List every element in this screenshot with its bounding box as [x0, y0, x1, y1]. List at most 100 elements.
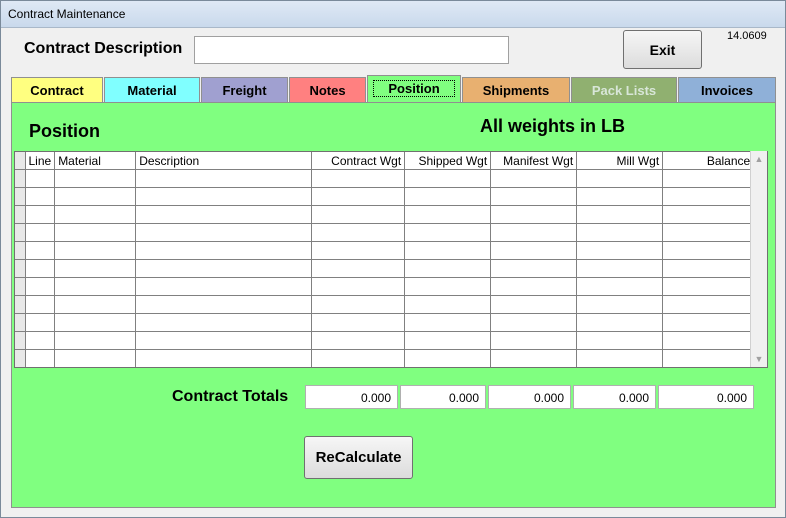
grid-cell[interactable]	[576, 331, 664, 350]
col-header-description[interactable]: Description	[135, 152, 313, 170]
grid-cell[interactable]	[404, 187, 492, 206]
grid-cell[interactable]	[25, 277, 56, 296]
grid-vertical-scrollbar[interactable]: ▲ ▼	[750, 151, 767, 367]
tab-contract[interactable]: Contract	[11, 77, 103, 102]
grid-cell[interactable]	[490, 331, 578, 350]
row-selector[interactable]	[15, 277, 26, 296]
grid-cell[interactable]	[135, 205, 313, 224]
position-grid[interactable]: Line Material Description Contract Wgt S…	[14, 151, 768, 368]
grid-cell[interactable]	[576, 295, 664, 314]
grid-cell[interactable]	[490, 277, 578, 296]
grid-cell[interactable]	[662, 349, 755, 367]
grid-cell[interactable]	[54, 223, 137, 242]
scroll-down-arrow-icon[interactable]: ▼	[751, 351, 767, 367]
grid-cell[interactable]	[662, 241, 755, 260]
grid-cell[interactable]	[576, 277, 664, 296]
col-header-material[interactable]: Material	[54, 152, 137, 170]
grid-cell[interactable]	[576, 223, 664, 242]
table-row[interactable]	[15, 331, 755, 350]
table-row[interactable]	[15, 187, 755, 206]
grid-cell[interactable]	[135, 169, 313, 188]
grid-cell[interactable]	[404, 259, 492, 278]
grid-cell[interactable]	[54, 277, 137, 296]
grid-cell[interactable]	[404, 223, 492, 242]
grid-cell[interactable]	[135, 295, 313, 314]
grid-cell[interactable]	[54, 331, 137, 350]
grid-cell[interactable]	[404, 331, 492, 350]
grid-cell[interactable]	[662, 187, 755, 206]
grid-cell[interactable]	[54, 205, 137, 224]
tab-position[interactable]: Position	[367, 75, 461, 102]
grid-cell[interactable]	[490, 241, 578, 260]
grid-cell[interactable]	[25, 241, 56, 260]
grid-cell[interactable]	[404, 241, 492, 260]
grid-cell[interactable]	[576, 349, 664, 367]
grid-cell[interactable]	[135, 313, 313, 332]
grid-cell[interactable]	[662, 259, 755, 278]
grid-cell[interactable]	[311, 331, 406, 350]
grid-cell[interactable]	[25, 331, 56, 350]
grid-cell[interactable]	[311, 349, 406, 367]
grid-cell[interactable]	[54, 349, 137, 367]
tab-freight[interactable]: Freight	[201, 77, 288, 102]
grid-cell[interactable]	[404, 205, 492, 224]
table-row[interactable]	[15, 169, 755, 188]
table-row[interactable]	[15, 349, 755, 367]
grid-cell[interactable]	[135, 241, 313, 260]
grid-cell[interactable]	[54, 169, 137, 188]
table-row[interactable]	[15, 223, 755, 242]
grid-cell[interactable]	[311, 277, 406, 296]
grid-cell[interactable]	[576, 187, 664, 206]
grid-cell[interactable]	[25, 187, 56, 206]
table-row[interactable]	[15, 259, 755, 278]
grid-cell[interactable]	[404, 349, 492, 367]
grid-cell[interactable]	[404, 169, 492, 188]
table-row[interactable]	[15, 277, 755, 296]
tab-shipments[interactable]: Shipments	[462, 77, 570, 102]
col-header-manifest-wgt[interactable]: Manifest Wgt	[490, 152, 578, 170]
grid-cell[interactable]	[135, 349, 313, 367]
grid-cell[interactable]	[662, 295, 755, 314]
grid-cell[interactable]	[25, 259, 56, 278]
grid-cell[interactable]	[404, 277, 492, 296]
grid-cell[interactable]	[662, 169, 755, 188]
grid-cell[interactable]	[135, 259, 313, 278]
grid-cell[interactable]	[311, 223, 406, 242]
grid-cell[interactable]	[576, 241, 664, 260]
grid-cell[interactable]	[662, 331, 755, 350]
grid-cell[interactable]	[490, 223, 578, 242]
grid-cell[interactable]	[311, 205, 406, 224]
grid-cell[interactable]	[490, 259, 578, 278]
row-selector[interactable]	[15, 187, 26, 206]
tab-material[interactable]: Material	[104, 77, 200, 102]
grid-cell[interactable]	[576, 205, 664, 224]
grid-cell[interactable]	[490, 349, 578, 367]
col-header-line[interactable]: Line	[25, 152, 56, 170]
grid-cell[interactable]	[662, 205, 755, 224]
row-selector[interactable]	[15, 241, 26, 260]
grid-cell[interactable]	[662, 277, 755, 296]
grid-cell[interactable]	[490, 169, 578, 188]
grid-cell[interactable]	[404, 295, 492, 314]
grid-cell[interactable]	[490, 295, 578, 314]
row-selector[interactable]	[15, 169, 26, 188]
grid-cell[interactable]	[25, 205, 56, 224]
col-header-shipped-wgt[interactable]: Shipped Wgt	[404, 152, 492, 170]
table-row[interactable]	[15, 295, 755, 314]
grid-cell[interactable]	[54, 313, 137, 332]
grid-cell[interactable]	[576, 313, 664, 332]
contract-description-input[interactable]	[194, 36, 509, 64]
grid-cell[interactable]	[311, 187, 406, 206]
grid-cell[interactable]	[311, 313, 406, 332]
row-selector[interactable]	[15, 313, 26, 332]
grid-cell[interactable]	[311, 169, 406, 188]
col-header-contract-wgt[interactable]: Contract Wgt	[311, 152, 406, 170]
grid-cell[interactable]	[25, 169, 56, 188]
grid-cell[interactable]	[135, 277, 313, 296]
grid-cell[interactable]	[662, 223, 755, 242]
grid-cell[interactable]	[404, 313, 492, 332]
grid-cell[interactable]	[25, 313, 56, 332]
col-header-mill-wgt[interactable]: Mill Wgt	[576, 152, 664, 170]
grid-cell[interactable]	[662, 313, 755, 332]
row-selector[interactable]	[15, 295, 26, 314]
